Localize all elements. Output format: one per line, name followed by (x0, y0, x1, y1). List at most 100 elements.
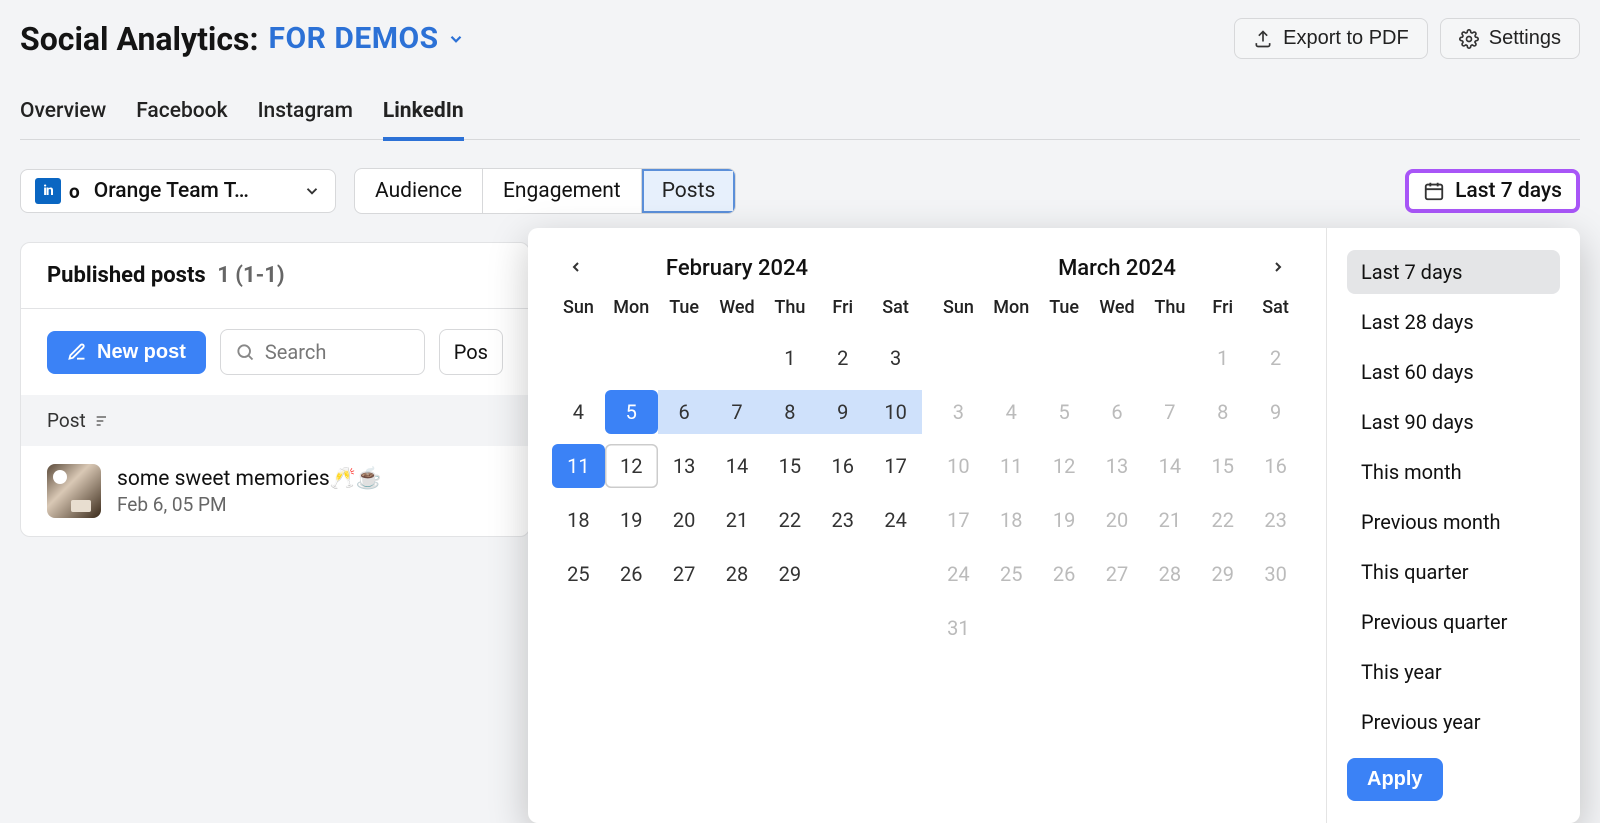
subtab-posts[interactable]: Posts (642, 169, 736, 213)
preset-option[interactable]: Previous month (1347, 500, 1560, 544)
page-header: Social Analytics: FOR DEMOS Export to PD… (20, 18, 1580, 59)
tab-linkedin[interactable]: LinkedIn (383, 89, 464, 141)
calendar-day[interactable]: 12 (1038, 444, 1091, 488)
calendar-day[interactable]: 28 (1143, 552, 1196, 596)
calendar-day[interactable]: 7 (1143, 390, 1196, 434)
tab-facebook[interactable]: Facebook (136, 89, 227, 139)
calendar-day[interactable]: 5 (1038, 390, 1091, 434)
calendar-day[interactable]: 25 (985, 552, 1038, 596)
calendar-day[interactable]: 3 (869, 336, 922, 380)
calendar-day[interactable]: 9 (816, 390, 869, 434)
calendar-day[interactable]: 26 (1038, 552, 1091, 596)
preset-option[interactable]: This year (1347, 650, 1560, 694)
calendar-day[interactable]: 18 (552, 498, 605, 542)
calendar-day[interactable]: 25 (552, 552, 605, 596)
preset-option[interactable]: Last 90 days (1347, 400, 1560, 444)
subtab-segmented: AudienceEngagementPosts (354, 168, 736, 214)
calendar-day[interactable]: 22 (1196, 498, 1249, 542)
calendar-day[interactable]: 12 (605, 444, 658, 488)
prev-month-button[interactable] (558, 252, 594, 285)
new-post-button[interactable]: New post (47, 331, 206, 374)
calendar-day[interactable]: 10 (869, 390, 922, 434)
calendar-icon (1423, 180, 1445, 202)
calendar-day[interactable]: 10 (932, 444, 985, 488)
calendar-day[interactable]: 11 (985, 444, 1038, 488)
account-selector[interactable]: in o Orange Team T… (20, 169, 336, 213)
preset-option[interactable]: Last 7 days (1347, 250, 1560, 294)
calendar-day[interactable]: 27 (658, 552, 711, 596)
calendar-day[interactable]: 3 (932, 390, 985, 434)
calendar-day[interactable]: 30 (1249, 552, 1302, 596)
search-placeholder: Search (265, 340, 326, 364)
chevron-down-icon (303, 182, 321, 200)
calendar-day[interactable]: 11 (552, 444, 605, 488)
calendar-day[interactable]: 29 (763, 552, 816, 596)
calendar-day[interactable]: 19 (605, 498, 658, 542)
apply-button[interactable]: Apply (1347, 758, 1443, 801)
calendar-day[interactable]: 7 (711, 390, 764, 434)
dow-label: Sat (1249, 297, 1302, 326)
table-row[interactable]: some sweet memories🥂☕ Feb 6, 05 PM (21, 446, 529, 536)
tab-overview[interactable]: Overview (20, 89, 106, 139)
calendar-day[interactable]: 26 (605, 552, 658, 596)
table-header[interactable]: Post (21, 395, 529, 446)
dow-label: Sat (869, 297, 922, 326)
calendar-day[interactable]: 20 (1091, 498, 1144, 542)
preset-option[interactable]: Previous quarter (1347, 600, 1560, 644)
calendar-day[interactable]: 13 (658, 444, 711, 488)
calendar-day[interactable]: 24 (932, 552, 985, 596)
month-title-right: March 2024 (1058, 256, 1176, 281)
next-month-button[interactable] (1260, 252, 1296, 285)
calendar-day[interactable]: 15 (763, 444, 816, 488)
preset-option[interactable]: Last 60 days (1347, 350, 1560, 394)
subtab-engagement[interactable]: Engagement (483, 169, 642, 213)
calendar-day[interactable]: 17 (932, 498, 985, 542)
export-pdf-button[interactable]: Export to PDF (1234, 18, 1428, 59)
calendar-day[interactable]: 13 (1091, 444, 1144, 488)
calendar-day[interactable]: 5 (605, 390, 658, 434)
calendar-day[interactable]: 17 (869, 444, 922, 488)
calendar-day[interactable]: 9 (1249, 390, 1302, 434)
calendar-day[interactable]: 19 (1038, 498, 1091, 542)
calendar-day[interactable]: 8 (763, 390, 816, 434)
calendar-day[interactable]: 24 (869, 498, 922, 542)
search-input[interactable]: Search (220, 329, 425, 375)
calendar-day[interactable]: 6 (658, 390, 711, 434)
preset-option[interactable]: This month (1347, 450, 1560, 494)
preset-option[interactable]: This quarter (1347, 550, 1560, 594)
calendar-day[interactable]: 6 (1091, 390, 1144, 434)
filter-dropdown[interactable]: Pos (439, 329, 503, 375)
calendar-day[interactable]: 2 (816, 336, 869, 380)
project-selector[interactable]: FOR DEMOS (269, 21, 465, 56)
calendar-day[interactable]: 2 (1249, 336, 1302, 380)
calendar-day[interactable]: 4 (552, 390, 605, 434)
calendar-day[interactable]: 29 (1196, 552, 1249, 596)
calendar-day[interactable]: 21 (1143, 498, 1196, 542)
calendar-day[interactable]: 16 (1249, 444, 1302, 488)
calendar-day[interactable]: 31 (932, 606, 985, 650)
subtab-audience[interactable]: Audience (355, 169, 483, 213)
calendar-day[interactable]: 1 (763, 336, 816, 380)
calendar-day[interactable]: 21 (711, 498, 764, 542)
calendar-day[interactable]: 18 (985, 498, 1038, 542)
calendar-day[interactable]: 20 (658, 498, 711, 542)
calendar-day[interactable]: 22 (763, 498, 816, 542)
preset-option[interactable]: Last 28 days (1347, 300, 1560, 344)
calendar-day[interactable]: 23 (1249, 498, 1302, 542)
search-icon (235, 342, 255, 362)
calendar-day[interactable]: 16 (816, 444, 869, 488)
calendar-day[interactable]: 23 (816, 498, 869, 542)
post-thumbnail (47, 464, 101, 518)
calendar-day[interactable]: 28 (711, 552, 764, 596)
tab-instagram[interactable]: Instagram (258, 89, 353, 139)
calendar-day[interactable]: 1 (1196, 336, 1249, 380)
calendar-day[interactable]: 14 (1143, 444, 1196, 488)
calendar-day[interactable]: 15 (1196, 444, 1249, 488)
settings-button[interactable]: Settings (1440, 18, 1580, 59)
calendar-day[interactable]: 14 (711, 444, 764, 488)
calendar-day[interactable]: 8 (1196, 390, 1249, 434)
preset-option[interactable]: Previous year (1347, 700, 1560, 744)
calendar-day[interactable]: 4 (985, 390, 1038, 434)
date-range-button[interactable]: Last 7 days (1405, 169, 1580, 213)
calendar-day[interactable]: 27 (1091, 552, 1144, 596)
